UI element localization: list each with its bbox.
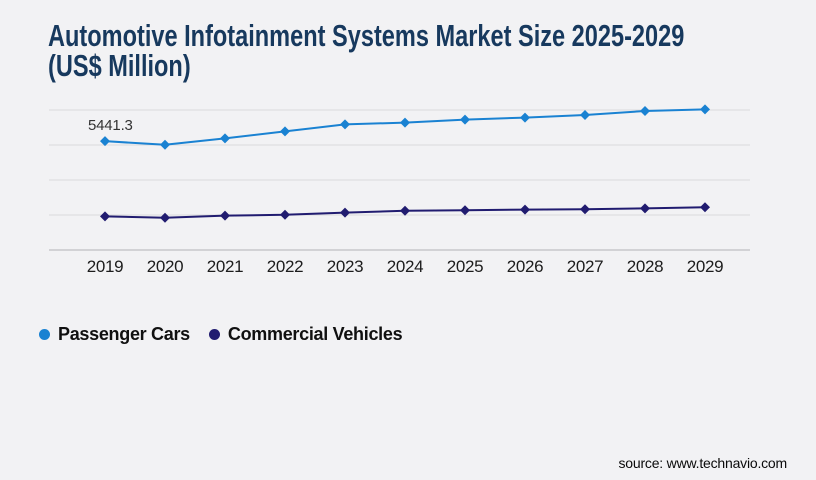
legend-label: Passenger Cars	[58, 324, 190, 345]
x-axis-label: 2027	[567, 257, 604, 276]
data-point-marker-commercial-vehicles	[280, 210, 290, 220]
data-point-marker-commercial-vehicles	[400, 206, 410, 216]
data-point-marker-passenger-cars	[340, 119, 350, 129]
data-point-marker-commercial-vehicles	[160, 213, 170, 223]
legend-label: Commercial Vehicles	[228, 324, 402, 345]
data-point-marker-passenger-cars	[460, 115, 470, 125]
data-point-marker-commercial-vehicles	[520, 205, 530, 215]
data-point-marker-commercial-vehicles	[640, 203, 650, 213]
data-point-marker-passenger-cars	[220, 133, 230, 143]
x-axis-label: 2019	[87, 257, 124, 276]
x-axis-label: 2024	[387, 257, 424, 276]
x-axis-label: 2020	[147, 257, 184, 276]
data-point-marker-commercial-vehicles	[460, 205, 470, 215]
data-label: 5441.3	[88, 117, 133, 134]
data-point-marker-commercial-vehicles	[220, 211, 230, 221]
data-point-marker-commercial-vehicles	[700, 202, 710, 212]
data-point-marker-passenger-cars	[640, 106, 650, 116]
x-axis-label: 2028	[627, 257, 664, 276]
market-size-line-chart: 5441.3 2019 2020 2021 2022 2023 2024 2025 2026 20…	[0, 0, 816, 480]
data-point-marker-passenger-cars	[520, 113, 530, 123]
data-point-marker-commercial-vehicles	[580, 204, 590, 214]
legend-item-passenger-cars: Passenger Cars	[39, 324, 190, 345]
data-point-marker-passenger-cars	[700, 104, 710, 114]
x-axis-label: 2023	[327, 257, 364, 276]
data-point-marker-passenger-cars	[580, 110, 590, 120]
chart-legend: Passenger Cars Commercial Vehicles	[39, 324, 402, 345]
data-point-marker-commercial-vehicles	[100, 211, 110, 221]
x-axis-label: 2025	[447, 257, 484, 276]
x-axis-label: 2021	[207, 257, 244, 276]
x-axis-label: 2029	[687, 257, 724, 276]
legend-marker-dot	[209, 329, 220, 340]
legend-item-commercial-vehicles: Commercial Vehicles	[209, 324, 402, 345]
data-point-marker-passenger-cars	[400, 118, 410, 128]
x-axis-label: 2026	[507, 257, 544, 276]
x-axis-label: 2022	[267, 257, 304, 276]
legend-marker-dot	[39, 329, 50, 340]
data-point-marker-passenger-cars	[280, 126, 290, 136]
market-size-infographic: Automotive Infotainment Systems Market S…	[0, 0, 816, 480]
data-point-marker-passenger-cars	[160, 140, 170, 150]
source-attribution: source: www.technavio.com	[618, 455, 787, 471]
data-point-marker-commercial-vehicles	[340, 208, 350, 218]
